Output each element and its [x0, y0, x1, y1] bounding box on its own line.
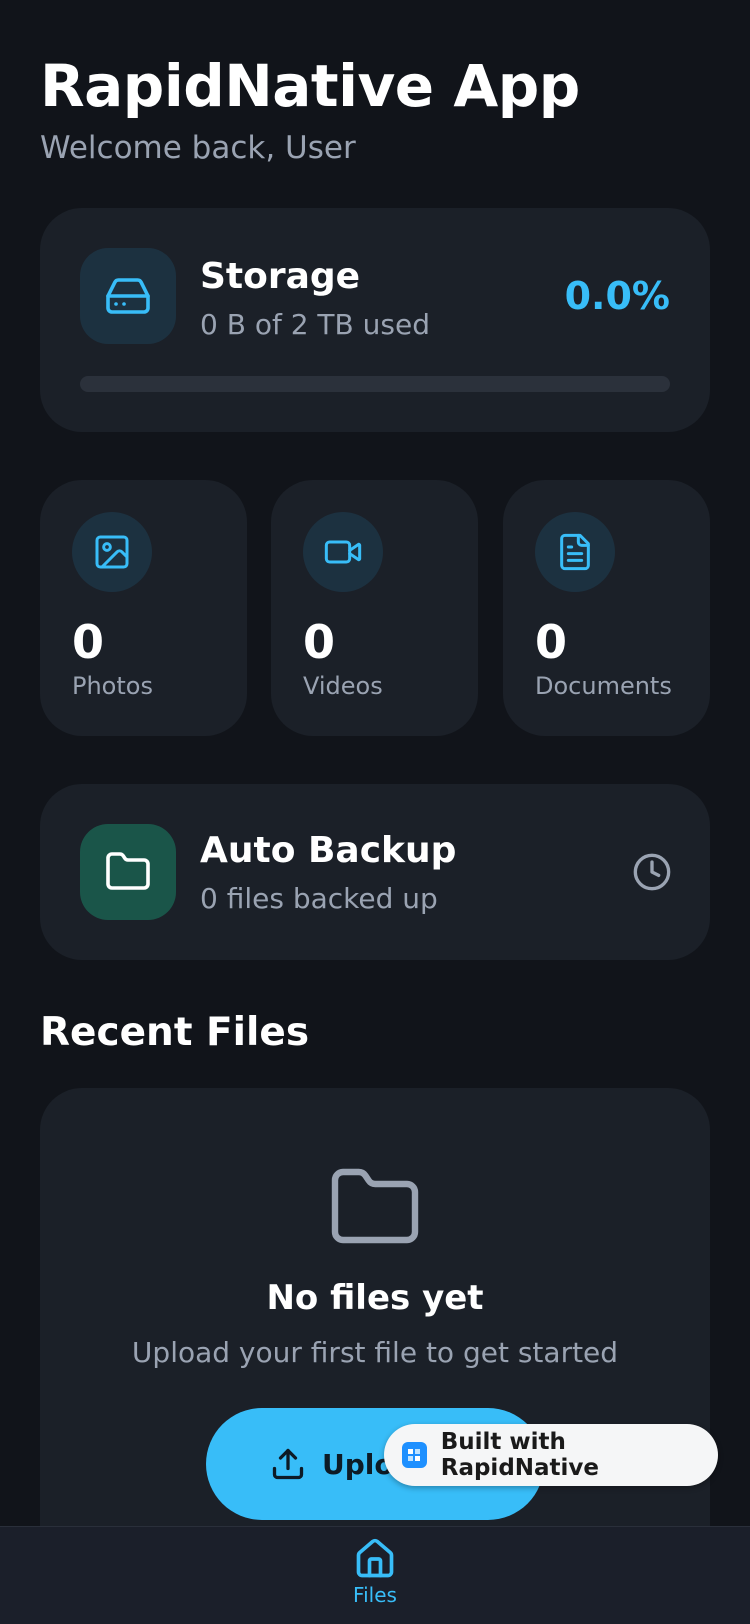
welcome-subtitle: Welcome back, User	[40, 130, 356, 166]
hard-drive-icon	[106, 278, 150, 314]
auto-backup-card[interactable]: Auto Backup 0 files backed up	[40, 784, 710, 960]
rapidnative-logo-icon	[402, 1442, 427, 1468]
stat-card-documents[interactable]: 0 Documents	[503, 480, 710, 736]
documents-label: Documents	[535, 672, 672, 700]
photos-icon-container	[72, 512, 152, 592]
clock-icon[interactable]	[632, 852, 672, 892]
storage-icon-container	[80, 248, 176, 344]
photos-label: Photos	[72, 672, 153, 700]
storage-used-text: 0 B of 2 TB used	[200, 308, 430, 341]
videos-count: 0	[303, 615, 336, 669]
documents-count: 0	[535, 615, 568, 669]
videos-label: Videos	[303, 672, 383, 700]
bottom-tab-bar: Files	[0, 1526, 750, 1624]
header: RapidNative App Welcome back, User	[40, 48, 580, 168]
auto-backup-title: Auto Backup	[200, 830, 457, 871]
folder-icon	[106, 852, 150, 890]
videos-icon-container	[303, 512, 383, 592]
storage-percent: 0.0%	[564, 274, 670, 318]
empty-state-subtitle: Upload your first file to get started	[131, 1336, 619, 1369]
backup-icon-container	[80, 824, 176, 920]
home-icon	[356, 1538, 394, 1578]
page-title: RapidNative App	[40, 52, 580, 120]
document-icon	[560, 533, 590, 571]
storage-progress-bar	[80, 376, 670, 392]
empty-state-title: No files yet	[266, 1278, 484, 1318]
badge-label: Built with RapidNative	[440, 1429, 600, 1481]
built-with-badge[interactable]: Built with RapidNative	[384, 1424, 718, 1486]
tab-files[interactable]: Files	[335, 1537, 415, 1624]
app-screen: RapidNative App Welcome back, User Stora…	[0, 0, 750, 1624]
storage-title: Storage	[200, 256, 361, 297]
video-icon	[324, 540, 362, 564]
documents-icon-container	[535, 512, 615, 592]
photos-count: 0	[72, 615, 105, 669]
storage-card[interactable]: Storage 0 B of 2 TB used 0.0%	[40, 208, 710, 432]
stat-card-videos[interactable]: 0 Videos	[271, 480, 478, 736]
recent-files-heading: Recent Files	[40, 1010, 310, 1055]
tab-files-label: Files	[353, 1583, 397, 1607]
upload-icon	[272, 1448, 304, 1480]
image-icon	[95, 535, 129, 569]
stat-card-photos[interactable]: 0 Photos	[40, 480, 247, 736]
auto-backup-subtitle: 0 files backed up	[200, 882, 438, 915]
empty-folder-icon	[331, 1168, 419, 1244]
